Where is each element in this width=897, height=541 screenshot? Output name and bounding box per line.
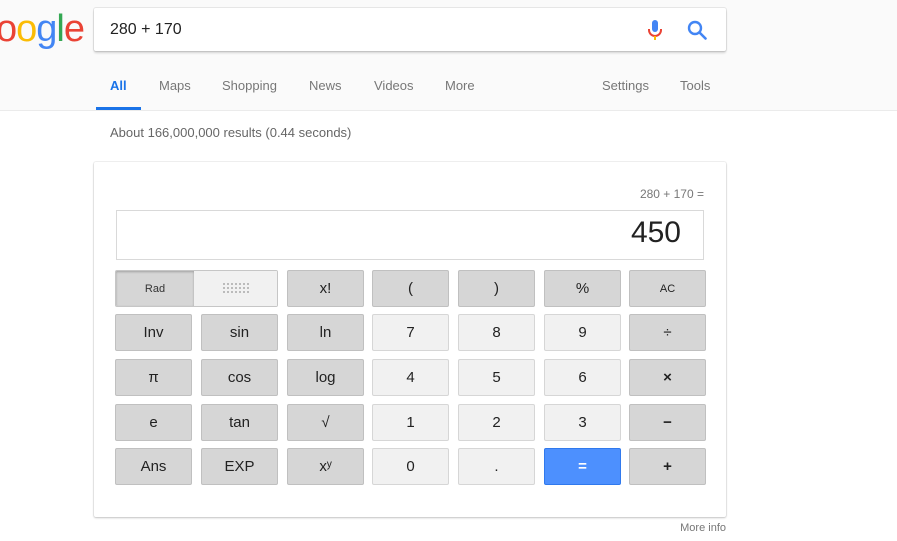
microphone-icon[interactable] — [647, 19, 663, 41]
divide-button[interactable]: ÷ — [629, 314, 706, 351]
search-box — [94, 8, 726, 51]
factorial-button[interactable]: x! — [287, 270, 364, 307]
tab-maps[interactable]: Maps — [159, 78, 191, 110]
sqrt-button[interactable]: √ — [287, 404, 364, 441]
all-clear-button[interactable]: AC — [629, 270, 706, 307]
tab-tools[interactable]: Tools — [680, 78, 710, 110]
digit-6-button[interactable]: 6 — [544, 359, 621, 396]
more-info-link[interactable]: More info — [680, 522, 726, 534]
equals-button[interactable]: = — [544, 448, 621, 485]
power-button[interactable]: xʸ — [287, 448, 364, 485]
log-button[interactable]: log — [287, 359, 364, 396]
angle-mode-toggle[interactable]: Rad — [115, 270, 278, 307]
plus-button[interactable]: + — [629, 448, 706, 485]
exp-button[interactable]: EXP — [201, 448, 278, 485]
tab-settings[interactable]: Settings — [602, 78, 649, 110]
result-stats: About 166,000,000 results (0.44 seconds) — [110, 125, 352, 140]
dots-grid-icon — [222, 282, 249, 293]
tab-all[interactable]: All — [96, 78, 140, 110]
digit-5-button[interactable]: 5 — [458, 359, 535, 396]
deg-button[interactable] — [194, 271, 277, 306]
digit-7-button[interactable]: 7 — [372, 314, 449, 351]
cos-button[interactable]: cos — [201, 359, 278, 396]
calculator-card: 280 + 170 = 450 Rad x! ( ) % AC Inv sin … — [94, 162, 726, 517]
rad-button[interactable]: Rad — [116, 271, 194, 306]
tab-news[interactable]: News — [309, 78, 342, 110]
digit-2-button[interactable]: 2 — [458, 404, 535, 441]
google-logo[interactable]: oogle — [0, 8, 85, 51]
digit-1-button[interactable]: 1 — [372, 404, 449, 441]
tab-more[interactable]: More — [445, 78, 475, 110]
header: oogle All Maps Shopping News Videos More… — [0, 0, 897, 111]
pi-button[interactable]: π — [115, 359, 192, 396]
euler-button[interactable]: e — [115, 404, 192, 441]
ln-button[interactable]: ln — [287, 314, 364, 351]
multiply-button[interactable]: × — [629, 359, 706, 396]
digit-4-button[interactable]: 4 — [372, 359, 449, 396]
decimal-button[interactable]: . — [458, 448, 535, 485]
digit-8-button[interactable]: 8 — [458, 314, 535, 351]
digit-9-button[interactable]: 9 — [544, 314, 621, 351]
open-paren-button[interactable]: ( — [372, 270, 449, 307]
calculator-expression: 280 + 170 = — [639, 187, 704, 201]
answer-button[interactable]: Ans — [115, 448, 192, 485]
calculator-result: 450 — [630, 216, 681, 249]
tab-shopping[interactable]: Shopping — [222, 78, 277, 110]
search-input[interactable] — [110, 8, 630, 51]
search-icon[interactable] — [687, 20, 707, 40]
close-paren-button[interactable]: ) — [458, 270, 535, 307]
sin-button[interactable]: sin — [201, 314, 278, 351]
inverse-button[interactable]: Inv — [115, 314, 192, 351]
digit-0-button[interactable]: 0 — [372, 448, 449, 485]
calculator-display: 450 — [116, 210, 704, 260]
tan-button[interactable]: tan — [201, 404, 278, 441]
digit-3-button[interactable]: 3 — [544, 404, 621, 441]
percent-button[interactable]: % — [544, 270, 621, 307]
tab-videos[interactable]: Videos — [374, 78, 414, 110]
minus-button[interactable]: − — [629, 404, 706, 441]
